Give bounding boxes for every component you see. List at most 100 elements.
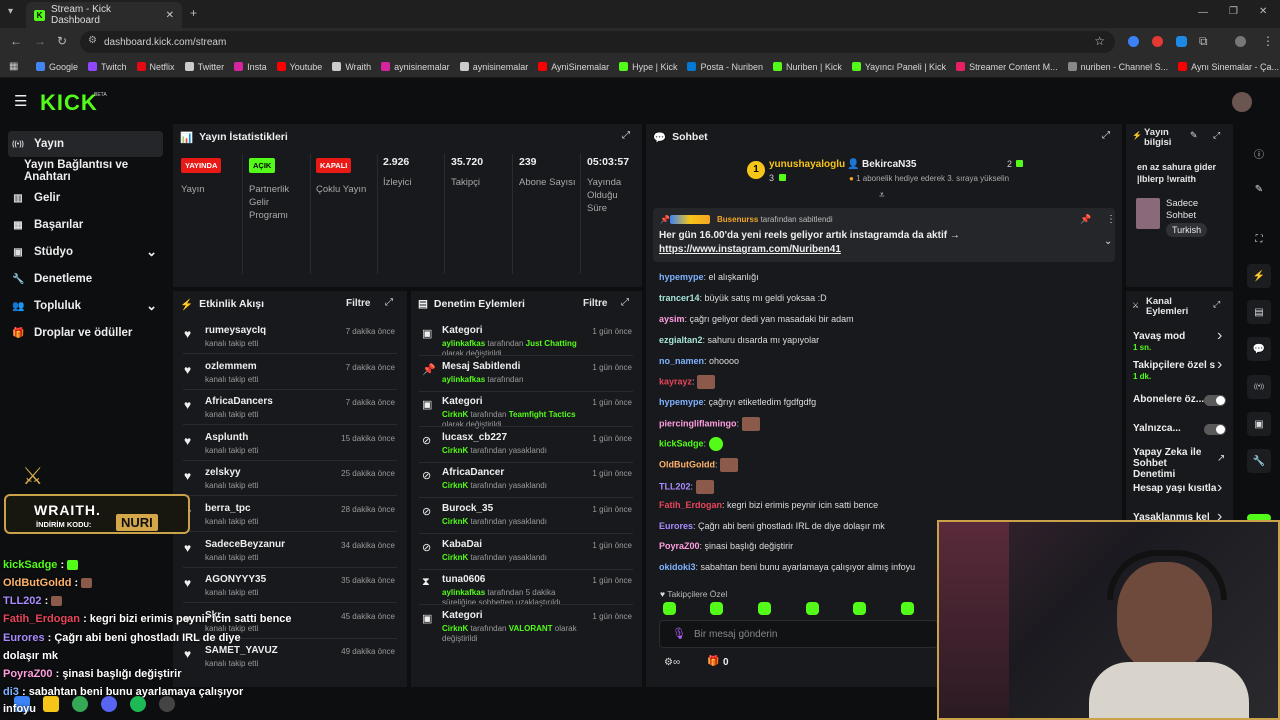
activity-username[interactable]: zelskyy (205, 467, 258, 478)
moderator-name[interactable]: CirknK (442, 446, 468, 455)
forward-icon[interactable]: → (34, 34, 46, 48)
url-field[interactable]: ⚙ dashboard.kick.com/stream ☆ (80, 31, 1115, 53)
moderation-item[interactable]: Kategori CirknK tarafından Teamfight Tact… (442, 396, 582, 430)
sidebar-item[interactable]: ▣ Stüdyo ⌄ (8, 239, 163, 265)
chat-username[interactable]: Eurores (659, 521, 693, 531)
bookmark-item[interactable]: Posta - Nuriben (687, 62, 763, 72)
sidebar-item[interactable]: 🔧 Denetleme (8, 266, 163, 292)
activity-item[interactable]: AGONYYY35 kanalı takip etti (205, 574, 266, 598)
spotify-icon[interactable] (130, 696, 146, 712)
hamburger-menu-icon[interactable]: ☰ (14, 92, 27, 110)
chrome-icon[interactable] (72, 696, 88, 712)
browser-tab[interactable]: K Stream - Kick Dashboard ✕ (26, 2, 182, 28)
extension-icon[interactable] (1152, 36, 1163, 47)
second-gifter-name[interactable]: BekircaN35 (862, 159, 916, 170)
channel-action-label[interactable]: Abonelere öz... (1133, 394, 1204, 405)
activity-username[interactable]: ozlemmem (205, 361, 258, 372)
emote-icon[interactable] (901, 602, 914, 615)
category-thumbnail[interactable] (1136, 198, 1160, 229)
back-icon[interactable]: ← (10, 34, 22, 48)
extension-icon[interactable] (1176, 36, 1187, 47)
expand-icon[interactable]: ⤢ (1213, 299, 1220, 310)
window-close-icon[interactable]: ✕ (1259, 6, 1267, 17)
activity-username[interactable]: AfricaDancers (205, 396, 273, 407)
chat-username[interactable]: kickSadge (659, 438, 704, 448)
layout-icon[interactable]: ▣ (1247, 412, 1271, 436)
chevron-right-icon[interactable]: › (1217, 479, 1222, 497)
sidebar-item[interactable]: 👥 Topluluk ⌄ (8, 293, 163, 319)
sidebar-item[interactable]: ((•)) Yayın (8, 131, 163, 157)
moderation-item[interactable]: Kategori aylinkafkas tarafından Just Chat… (442, 325, 582, 359)
activity-item[interactable]: ozlemmem kanalı takip etti (205, 361, 258, 385)
activity-username[interactable]: SadeceBeyzanur (205, 539, 285, 550)
restore-icon[interactable]: ❐ (1229, 6, 1238, 17)
extension-icon[interactable] (1128, 36, 1139, 47)
microphone-icon[interactable]: 🎙 (672, 627, 686, 640)
emote-icon[interactable] (758, 602, 771, 615)
moderation-item[interactable]: AfricaDancer CirknK tarafından yasaklandı (442, 467, 582, 491)
activity-username[interactable]: Asplunth (205, 432, 258, 443)
bookmark-item[interactable]: aynisinemalar (381, 62, 450, 72)
moderation-item[interactable]: tuna0606 aylinkafkas tarafından 5 dakika … (442, 574, 582, 608)
expand-icon[interactable]: ⤢ (621, 297, 629, 308)
sidebar-item[interactable]: Yayın Bağlantısı ve Anahtarı (8, 158, 163, 184)
activity-item[interactable]: AfricaDancers kanalı takip etti (205, 396, 273, 420)
chevron-down-icon[interactable]: ⌄ (1104, 236, 1112, 247)
activity-username[interactable]: rumeysaycIq (205, 325, 266, 336)
chat-username[interactable]: aysim (659, 314, 685, 324)
browser-menu-icon[interactable]: ⋮ (1262, 34, 1274, 48)
toggle-switch[interactable] (1204, 395, 1226, 406)
activity-item[interactable]: zelskyy kanalı takip etti (205, 467, 258, 491)
emote-icon[interactable] (853, 602, 866, 615)
new-tab-icon[interactable]: + (190, 6, 197, 20)
sidebar-item[interactable]: ▦ Başarılar (8, 212, 163, 238)
chat-settings-icon[interactable]: ⚙∞ (664, 657, 680, 668)
expand-icon[interactable]: ⤢ (1102, 130, 1110, 141)
chevron-down-icon[interactable]: ⌄ (146, 298, 157, 314)
more-options-icon[interactable]: ⋮ (1106, 214, 1116, 225)
chat-username[interactable]: hypemype (659, 272, 704, 282)
activity-item[interactable]: SadeceBeyzanur kanalı takip etti (205, 539, 285, 563)
chat-username[interactable]: Fatih_Erdogan (659, 500, 722, 510)
bookmark-item[interactable]: nuriben - Channel S... (1067, 62, 1168, 72)
expand-icon[interactable]: ⤢ (385, 297, 393, 308)
top-gifter-name[interactable]: yunushayaloglu (769, 159, 845, 170)
bookmark-item[interactable]: Aynı Sinemalar - Ça... (1178, 62, 1279, 72)
toggle-switch[interactable] (1204, 424, 1226, 435)
expand-icon[interactable]: ⤢ (1213, 130, 1220, 141)
chat-username[interactable]: OldButGoldd (659, 459, 715, 469)
moderator-name[interactable]: aylinkafkas (442, 339, 485, 348)
chat-icon[interactable]: 💬 (1247, 337, 1271, 361)
bookmark-item[interactable]: Youtube (276, 62, 322, 72)
bookmark-item[interactable]: Google (36, 62, 78, 72)
bookmark-item[interactable]: Wraith (332, 62, 371, 72)
chat-username[interactable]: ezgialtan2 (659, 335, 703, 345)
kick-logo[interactable]: KICK (40, 90, 98, 116)
info-icon[interactable]: ⓘ (1247, 141, 1271, 165)
chat-username[interactable]: piercingliflamingo (659, 418, 737, 428)
tab-list-icon[interactable]: ▾ (8, 6, 13, 17)
moderation-item[interactable]: Burock_35 CirknK tarafından yasaklandı (442, 503, 582, 527)
reload-icon[interactable]: ↻ (57, 34, 67, 48)
channel-action-label[interactable]: Yapay Zeka ile Sohbet Denetimi (1133, 447, 1209, 480)
moderator-name[interactable]: aylinkafkas (442, 588, 485, 597)
pencil-icon[interactable]: ✎ (1247, 177, 1271, 201)
bookmark-item[interactable]: AyniSinemalar (538, 62, 609, 72)
pinned-link[interactable]: https://www.instagram.com/Nuriben41 (659, 244, 841, 255)
minimize-icon[interactable]: — (1198, 7, 1208, 18)
edit-pencil-icon[interactable]: ✎ (1190, 130, 1198, 141)
chevron-right-icon[interactable]: › (1217, 356, 1222, 374)
gift-box-icon[interactable]: 🎁 (707, 656, 719, 667)
activity-filter-button[interactable]: Filtre (346, 298, 370, 309)
emote-icon[interactable] (806, 602, 819, 615)
moderator-name[interactable]: CirknK (442, 410, 468, 419)
activity-item[interactable]: Asplunth kanalı takip etti (205, 432, 258, 456)
moderator-name[interactable]: CirknK (442, 517, 468, 526)
sidebar-item[interactable]: 🎁 Droplar ve ödüller (8, 320, 163, 346)
chat-username[interactable]: TLL202 (659, 481, 691, 491)
channel-action-label[interactable]: Hesap yaşı kısıtla (1133, 483, 1216, 494)
moderation-filter-button[interactable]: Filtre (583, 298, 607, 309)
chevron-right-icon[interactable]: › (1217, 327, 1222, 345)
category-name[interactable]: Sadece Sohbet (1166, 198, 1226, 222)
lightning-icon[interactable]: ⚡ (1247, 264, 1271, 288)
